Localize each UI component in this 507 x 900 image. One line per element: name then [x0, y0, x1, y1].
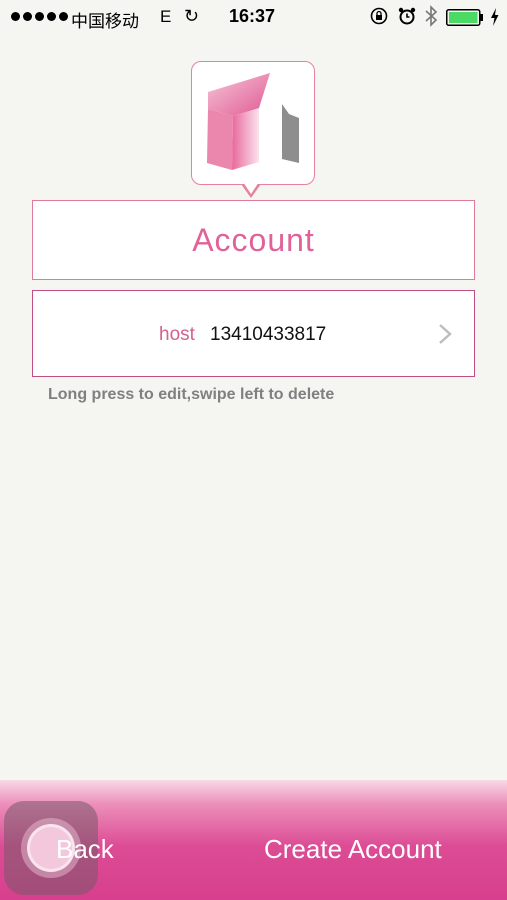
- charging-icon: [491, 8, 499, 26]
- house-logo-icon: [207, 73, 299, 170]
- back-button[interactable]: Back: [56, 834, 114, 865]
- page-title: Account: [192, 221, 315, 258]
- account-list-item[interactable]: host 13410433817: [32, 290, 475, 377]
- alarm-icon: [398, 7, 416, 25]
- status-time: 16:37: [229, 6, 276, 26]
- account-label: host: [159, 324, 195, 345]
- account-header: Account: [32, 200, 475, 280]
- sync-icon: ↻: [184, 6, 200, 26]
- screen: 中国移动 E ↻ 16:37 Account host 13410433817 …: [0, 0, 507, 900]
- carrier-name: 中国移动: [71, 12, 139, 31]
- rotation-lock-icon: [370, 7, 388, 25]
- status-bar: 中国移动 E ↻ 16:37: [0, 0, 507, 34]
- network-type: E: [160, 7, 172, 26]
- account-value: 13410433817: [210, 324, 327, 345]
- bluetooth-icon: [425, 5, 438, 27]
- signal-strength-icon: [11, 12, 68, 21]
- app-logo: [191, 61, 315, 185]
- battery-icon: [446, 9, 483, 26]
- logo-pointer-fill: [243, 182, 259, 194]
- hint-text: Long press to edit,swipe left to delete: [48, 386, 335, 403]
- create-account-button[interactable]: Create Account: [264, 834, 442, 865]
- chevron-right-icon: [439, 324, 452, 344]
